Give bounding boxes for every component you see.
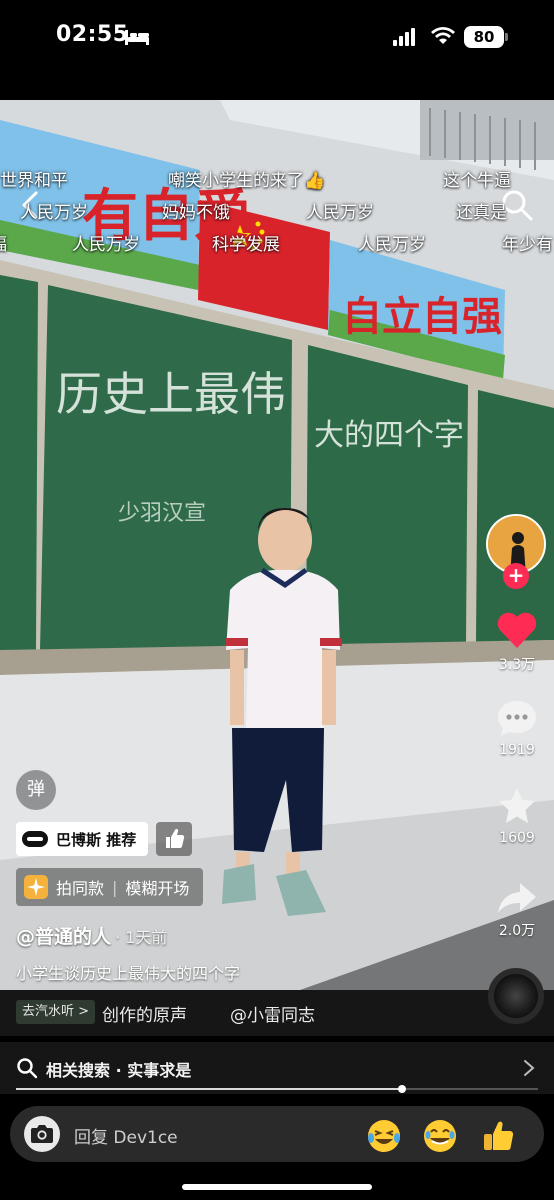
sound-author[interactable]: @小雷同志 — [230, 1001, 315, 1026]
sleep-mode-icon — [125, 30, 149, 45]
status-bar: 02:55 80 — [0, 0, 554, 100]
reply-bar: 回复 Dev1ce — [0, 1094, 554, 1200]
danmaku-comment[interactable]: 年少有 — [502, 230, 553, 255]
brand-logo-icon — [22, 831, 48, 847]
post-time: · 1天前 — [115, 928, 168, 947]
reply-input[interactable]: 回复 Dev1ce — [10, 1106, 544, 1162]
chevron-right-icon — [524, 1060, 535, 1076]
like-group[interactable]: 3.3万 — [482, 610, 552, 674]
reply-placeholder: 回复 Dev1ce — [74, 1128, 178, 1148]
danmaku-comment[interactable]: 福 — [0, 230, 7, 255]
sound-title[interactable]: 创作的原声 — [102, 1001, 187, 1026]
wifi-icon — [431, 27, 455, 44]
battery-indicator: 80 — [464, 26, 504, 48]
danmaku-comment[interactable]: 嘲笑小学生的来了👍 — [168, 166, 325, 191]
danmaku-toggle-button[interactable]: 弹 — [16, 770, 56, 810]
like-count: 3.3万 — [498, 657, 536, 673]
progress-fill — [16, 1088, 403, 1090]
danmaku-comment[interactable]: 还真是 — [456, 198, 507, 223]
danmaku-comment[interactable]: 科学发展 — [212, 230, 280, 255]
board-text-right: 大的四个字 — [314, 418, 464, 453]
danmaku-comment[interactable]: 世界和平 — [0, 166, 68, 191]
camera-button[interactable] — [24, 1116, 60, 1152]
camera-icon — [31, 1125, 53, 1143]
related-search-bar[interactable]: 相关搜索 · 实事求是 — [0, 1042, 554, 1094]
danmaku-comment[interactable]: 妈妈不饿 — [162, 198, 230, 223]
share-count: 2.0万 — [498, 923, 536, 939]
author-line: @普通的人 · 1天前 — [16, 922, 167, 949]
music-disc-button[interactable] — [488, 968, 544, 1024]
banner-right-text: 自立自强 — [342, 293, 502, 340]
board-text-left: 历史上最伟 — [56, 367, 286, 421]
search-icon — [17, 1058, 38, 1079]
cellular-signal-icon — [393, 28, 415, 46]
star-icon[interactable] — [496, 786, 538, 826]
status-time: 02:55 — [56, 22, 129, 47]
music-recommend-chip[interactable]: 巴博斯 推荐 — [16, 822, 149, 856]
video-caption[interactable]: 小学生谈历史上最伟大的四个字 — [16, 960, 240, 984]
battery-tip — [505, 33, 508, 41]
comment-group[interactable]: 1919 — [482, 698, 552, 758]
danmaku-comment[interactable]: 人民万岁 — [20, 198, 88, 223]
music-recommend-label: 巴博斯 推荐 — [56, 830, 137, 849]
author-name[interactable]: @普通的人 — [16, 926, 111, 948]
board-text-small: 少羽汉宣 — [118, 501, 206, 526]
video-player[interactable]: 有自爱 自立自强 历史上最伟 大的四个字 少羽汉宣 世界和平 嘲笑小学生的来了👍… — [0, 100, 554, 990]
favorite-count: 1609 — [499, 830, 535, 846]
heart-icon[interactable] — [496, 610, 538, 650]
share-group[interactable]: 2.0万 — [482, 880, 552, 940]
recommend-like-button[interactable] — [156, 822, 192, 856]
share-arrow-icon[interactable] — [496, 880, 538, 916]
comment-count: 1919 — [499, 742, 535, 758]
follow-button[interactable]: + — [503, 563, 529, 589]
danmaku-comment[interactable]: 人民万岁 — [358, 230, 426, 255]
template-separator: | — [112, 877, 118, 897]
related-search-text: 相关搜索 · 实事求是 — [46, 1061, 192, 1080]
tears-of-joy-emoji-icon[interactable] — [422, 1118, 458, 1154]
video-progress-bar[interactable] — [16, 1085, 538, 1093]
sound-row[interactable]: 去汽水听 > 创作的原声 @小雷同志 — [0, 990, 554, 1036]
danmaku-comment[interactable]: 人民万岁 — [306, 198, 374, 223]
laughing-crying-emoji-icon[interactable] — [366, 1118, 402, 1154]
same-style-template-chip[interactable]: 拍同款 | 模糊开场 — [16, 868, 204, 906]
comment-icon[interactable] — [496, 698, 538, 738]
template-label-a: 拍同款 — [56, 879, 105, 898]
thumbs-up-emoji-icon[interactable] — [480, 1118, 516, 1154]
home-indicator — [182, 1184, 372, 1190]
soda-music-chip[interactable]: 去汽水听 > — [16, 1000, 96, 1024]
template-label-b: 模糊开场 — [125, 879, 190, 898]
sparkle-icon — [24, 875, 48, 899]
danmaku-comment[interactable]: 这个牛逼 — [443, 166, 511, 191]
thumbs-up-icon — [166, 828, 185, 848]
danmaku-comment[interactable]: 人民万岁 — [72, 230, 140, 255]
favorite-group[interactable]: 1609 — [482, 786, 552, 846]
